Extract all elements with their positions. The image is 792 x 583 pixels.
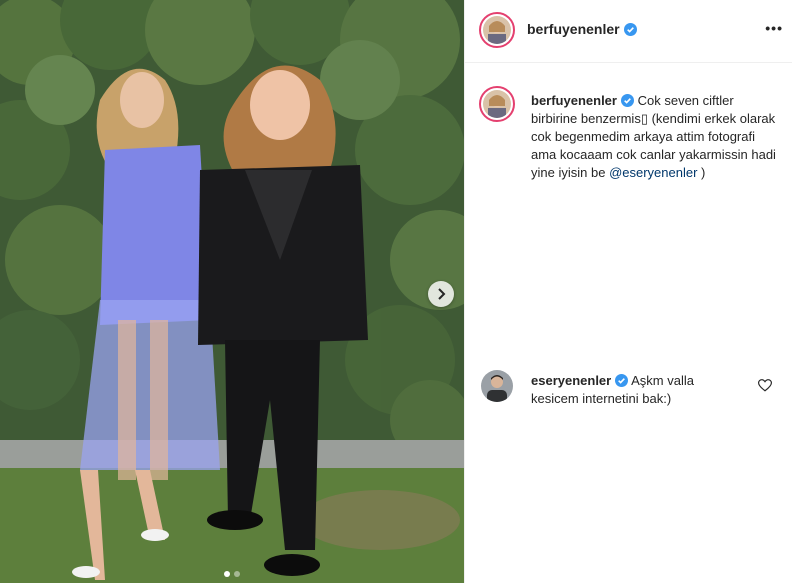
carousel-dot: [224, 571, 230, 577]
avatar-image: [483, 16, 511, 44]
photo-illustration: [0, 0, 464, 583]
chevron-right-icon: [438, 288, 446, 300]
carousel-next-button[interactable]: [428, 281, 454, 307]
comment-like-button[interactable]: [757, 379, 773, 397]
author-avatar[interactable]: [479, 12, 515, 48]
comment: eseryenenler Aşkm valla kesicem internet…: [531, 372, 731, 408]
carousel-indicator: [0, 571, 464, 577]
verified-badge-icon: [615, 374, 629, 387]
verified-badge-icon: [620, 94, 634, 107]
caption-avatar[interactable]: [479, 86, 515, 122]
avatar-image: [483, 90, 511, 118]
avatar-image: [481, 370, 513, 402]
caption-mention[interactable]: @eseryenenler: [609, 165, 697, 180]
caption-username[interactable]: berfuyenenler: [531, 93, 617, 108]
caption-end: ): [697, 165, 706, 180]
carousel-dot: [234, 571, 240, 577]
post-header: berfuyenenler •••: [465, 0, 792, 63]
header-username[interactable]: berfuyenenler: [527, 21, 637, 37]
post-sidebar: berfuyenenler ••• berfuyenenler Cok seve…: [464, 0, 792, 583]
comment-username[interactable]: eseryenenler: [531, 373, 611, 388]
instagram-post: berfuyenenler ••• berfuyenenler Cok seve…: [0, 0, 792, 583]
heart-outline-icon: [757, 379, 773, 392]
verified-badge-icon: [623, 23, 637, 36]
post-caption: berfuyenenler Cok seven ciftler birbirin…: [531, 92, 781, 182]
post-photo[interactable]: [0, 0, 464, 583]
comment-avatar[interactable]: [481, 370, 513, 402]
header-username-text[interactable]: berfuyenenler: [527, 21, 620, 37]
more-options-icon[interactable]: •••: [765, 20, 783, 36]
